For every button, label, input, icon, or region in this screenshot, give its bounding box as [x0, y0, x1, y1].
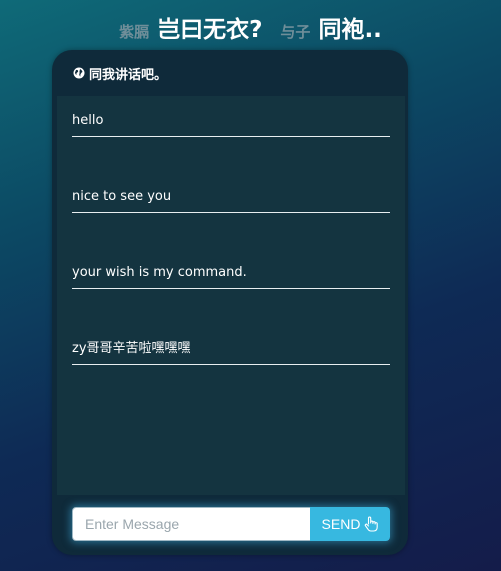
- author-name: 紫膈: [119, 23, 150, 41]
- message-input[interactable]: [72, 507, 310, 541]
- chat-title: 同我讲话吧。: [89, 67, 168, 83]
- poem-line-2: 同袍..: [318, 17, 382, 43]
- send-button[interactable]: SEND: [310, 507, 390, 541]
- chat-header: 同我讲话吧。: [52, 50, 408, 96]
- message-divider: [72, 136, 390, 137]
- message-divider: [72, 364, 390, 365]
- pointer-hand-icon: [365, 516, 379, 532]
- message-item: hello: [72, 106, 390, 137]
- message-item: zy哥哥辛苦啦嘿嘿嘿: [72, 334, 390, 365]
- poem-line-1: 岂曰无衣?: [157, 17, 263, 43]
- message-divider: [72, 212, 390, 213]
- message-item: your wish is my command.: [72, 258, 390, 289]
- message-list[interactable]: hello nice to see you your wish is my co…: [57, 96, 405, 495]
- globe-icon: [73, 67, 85, 79]
- message-text: your wish is my command.: [72, 265, 247, 280]
- partner-name: 与子: [280, 23, 311, 41]
- page-header: 紫膈 岂曰无衣? 与子 同袍..: [0, 10, 501, 50]
- message-text: hello: [72, 113, 104, 128]
- message-text: zy哥哥辛苦啦嘿嘿嘿: [72, 341, 191, 356]
- chat-card: 同我讲话吧。 hello nice to see you your wish i…: [52, 50, 408, 555]
- compose-bar: SEND: [72, 507, 390, 541]
- message-item: nice to see you: [72, 182, 390, 213]
- send-label: SEND: [321, 516, 361, 532]
- message-text: nice to see you: [72, 189, 172, 204]
- message-divider: [72, 288, 390, 289]
